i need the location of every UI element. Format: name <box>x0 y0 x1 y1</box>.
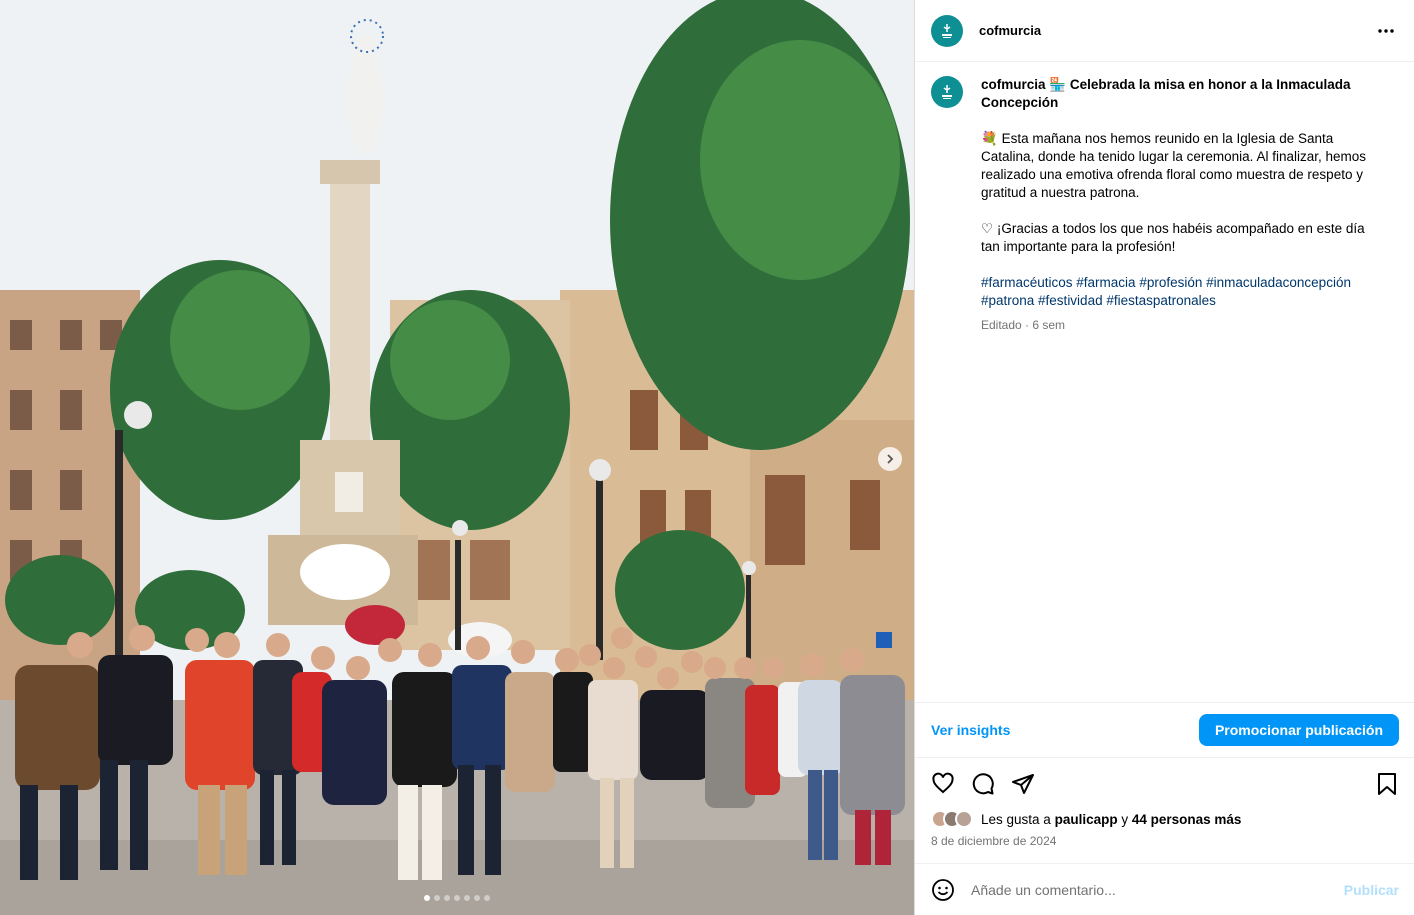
carousel-dot <box>444 895 450 901</box>
share-icon[interactable] <box>1011 772 1035 796</box>
publish-comment-button[interactable]: Publicar <box>1344 882 1399 898</box>
account-avatar[interactable] <box>931 14 963 47</box>
liker-avatars[interactable] <box>931 810 973 828</box>
heart-icon[interactable] <box>931 772 955 796</box>
caption-paragraph-1: 💐 Esta mañana nos hemos reunido en la Ig… <box>981 130 1381 202</box>
likes-user[interactable]: paulicapp <box>1055 812 1118 827</box>
carousel-dot <box>464 895 470 901</box>
caption-text: cofmurcia 🏪 Celebrada la misa en honor a… <box>981 76 1381 334</box>
post-side-panel: cofmurcia cofmurcia 🏪 Celebrada la misa … <box>914 0 1414 915</box>
caption-paragraph-2: ♡ ¡Gracias a todos los que nos habéis ac… <box>981 220 1381 256</box>
carousel-dot <box>454 895 460 901</box>
chevron-right-icon <box>887 454 894 464</box>
bookmark-icon[interactable] <box>1375 772 1399 796</box>
bouquet-emoji-icon: 💐 <box>981 131 998 146</box>
comment-icon[interactable] <box>971 772 995 796</box>
cofm-logo-icon <box>942 85 952 99</box>
instagram-post-modal: cofmurcia cofmurcia 🏪 Celebrada la misa … <box>0 0 1414 915</box>
carousel-dot <box>484 895 490 901</box>
likes-summary: Les gusta a paulicapp y 44 personas más <box>931 810 1399 828</box>
post-actions: Les gusta a paulicapp y 44 personas más … <box>915 757 1414 863</box>
carousel-dot <box>434 895 440 901</box>
likes-count[interactable]: 44 personas más <box>1132 812 1242 827</box>
post-photo[interactable] <box>0 0 914 915</box>
view-insights-link[interactable]: Ver insights <box>931 722 1010 738</box>
emoji-icon[interactable] <box>931 878 955 902</box>
comment-input[interactable] <box>971 881 1344 898</box>
caption-paragraph-2-text: ¡Gracias a todos los que nos habéis acom… <box>981 221 1365 254</box>
heart-emoji-icon: ♡ <box>981 221 994 236</box>
caption-hashtags[interactable]: #farmacéuticos #farmacia #profesión #inm… <box>981 274 1381 310</box>
insights-bar: Ver insights Promocionar publicación <box>915 702 1414 756</box>
header-username[interactable]: cofmurcia <box>979 23 1041 38</box>
carousel-dot <box>474 895 480 901</box>
caption-username[interactable]: cofmurcia <box>981 77 1046 92</box>
comment-box: Publicar <box>915 863 1414 915</box>
caption-paragraph-1-text: Esta mañana nos hemos reunido en la Igle… <box>981 131 1366 200</box>
caption-avatar[interactable] <box>931 76 963 108</box>
post-header: cofmurcia <box>915 0 1414 62</box>
pharmacy-emoji-icon: 🏪 <box>1049 77 1067 92</box>
likes-prefix: Les gusta a <box>981 811 1051 827</box>
likes-mid: y <box>1121 811 1129 827</box>
cofm-logo-icon <box>942 23 952 38</box>
carousel-dot <box>424 895 430 901</box>
next-slide-button[interactable] <box>878 447 902 471</box>
caption-meta: Editado · 6 sem <box>981 318 1066 332</box>
more-options-icon[interactable] <box>1374 22 1398 40</box>
photo-scene <box>0 0 914 915</box>
promote-post-button[interactable]: Promocionar publicación <box>1198 713 1399 746</box>
carousel-indicator <box>0 895 914 901</box>
post-date[interactable]: 8 de diciembre de 2024 <box>931 834 1399 848</box>
caption-section: cofmurcia 🏪 Celebrada la misa en honor a… <box>915 62 1414 702</box>
